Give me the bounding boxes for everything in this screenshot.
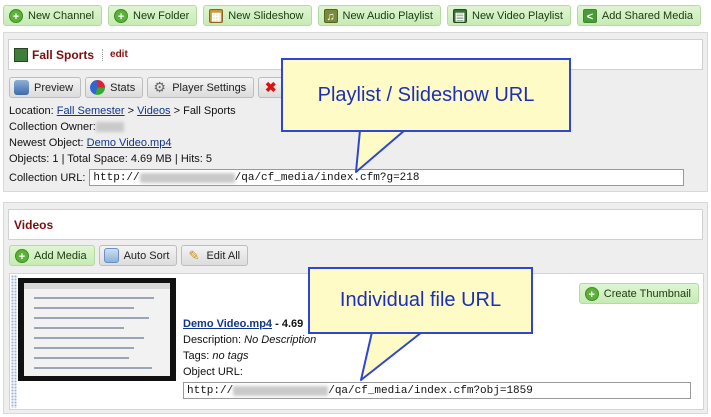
new-channel-label: New Channel <box>28 9 95 22</box>
film-icon <box>14 47 28 62</box>
delete-x-icon: ✖ <box>264 79 277 95</box>
player-settings-label: Player Settings <box>172 81 247 94</box>
new-folder-button[interactable]: + New Folder <box>108 5 198 26</box>
location-label: Location: <box>9 105 54 117</box>
tags-label: Tags: <box>183 350 210 362</box>
owner-label: Collection Owner: <box>9 121 96 133</box>
add-shared-media-label: Add Shared Media <box>601 9 694 22</box>
media-size: - 4.69 <box>272 318 304 330</box>
breadcrumb-videos[interactable]: Videos <box>137 105 170 117</box>
breadcrumb-fall-semester[interactable]: Fall Semester <box>57 105 125 117</box>
divider <box>102 48 104 61</box>
gear-icon: ⚙ <box>153 79 166 95</box>
collection-url-label: Collection URL: <box>9 171 86 184</box>
collection-title: Fall Sports <box>32 47 95 62</box>
url-path: /qa/cf_media/index.cfm?obj=1859 <box>328 384 533 397</box>
videos-header: Videos <box>8 209 703 240</box>
breadcrumb-separator: > <box>124 105 138 117</box>
newest-object-link[interactable]: Demo Video.mp4 <box>87 137 172 149</box>
add-media-label: Add Media <box>34 249 87 262</box>
stats-button[interactable]: Stats <box>85 77 144 98</box>
film-strip-icon: ▤ <box>453 8 467 23</box>
preview-label: Preview <box>34 81 74 94</box>
pencil-icon: ✎ <box>188 248 200 263</box>
breadcrumb-current: > Fall Sports <box>170 105 236 117</box>
newest-object-line: Newest Object: Demo Video.mp4 <box>9 135 684 151</box>
music-note-icon: ♫ <box>323 8 338 23</box>
url-prefix: http:// <box>93 171 140 184</box>
new-video-playlist-label: New Video Playlist <box>472 9 563 22</box>
auto-sort-button[interactable]: Auto Sort <box>98 245 178 266</box>
plus-icon: + <box>114 8 129 23</box>
description-line: Description: No Description <box>183 332 691 348</box>
object-url-field[interactable]: http:// /qa/cf_media/index.cfm?obj=1859 <box>183 382 691 399</box>
plus-icon: + <box>584 286 599 301</box>
pie-chart-icon <box>90 80 106 95</box>
tags-line: Tags: no tags <box>183 348 691 364</box>
share-icon: < <box>582 8 597 23</box>
edit-all-label: Edit All <box>206 249 241 262</box>
plus-icon: + <box>9 8 23 23</box>
tags-value: no tags <box>212 350 249 362</box>
new-channel-button[interactable]: + New Channel <box>3 5 103 26</box>
auto-sort-label: Auto Sort <box>123 249 170 262</box>
playlist-url-callout: Playlist / Slideshow URL <box>281 58 571 132</box>
collection-tabs: Preview Stats ⚙ Player Settings ✖ <box>9 77 286 98</box>
add-media-button[interactable]: + Add Media <box>9 245 95 266</box>
stats-line: Objects: 1 | Total Space: 4.69 MB | Hits… <box>9 153 212 165</box>
url-path: /qa/cf_media/index.cfm?g=218 <box>234 171 420 184</box>
video-thumbnail[interactable] <box>18 278 176 381</box>
edit-all-button[interactable]: ✎ Edit All <box>181 245 249 266</box>
thumbnail-image <box>24 283 170 376</box>
url-prefix: http:// <box>187 384 234 397</box>
collection-url-field[interactable]: http:// /qa/cf_media/index.cfm?g=218 <box>89 169 685 186</box>
object-url-label: Object URL: <box>183 366 243 378</box>
slideshow-icon: ▦ <box>209 8 224 23</box>
url-host-redacted <box>233 385 329 396</box>
new-folder-label: New Folder <box>133 9 190 22</box>
top-toolbar: + New Channel + New Folder ▦ New Slidesh… <box>3 5 702 26</box>
new-video-playlist-button[interactable]: ▤ New Video Playlist <box>447 5 571 26</box>
file-url-callout: Individual file URL <box>308 267 533 334</box>
edit-collection-link[interactable]: edit <box>110 49 128 60</box>
new-slideshow-label: New Slideshow <box>228 9 304 22</box>
preview-button[interactable]: Preview <box>9 77 82 98</box>
description-label: Description: <box>183 334 242 346</box>
url-host-redacted <box>139 172 235 183</box>
new-slideshow-button[interactable]: ▦ New Slideshow <box>203 5 312 26</box>
create-thumbnail-label: Create Thumbnail <box>603 287 691 300</box>
description-value: No Description <box>244 334 317 346</box>
create-thumbnail-button[interactable]: + Create Thumbnail <box>578 283 699 304</box>
owner-redacted <box>95 122 124 133</box>
videos-toolbar: + Add Media Auto Sort ✎ Edit All <box>9 245 249 266</box>
videos-title: Videos <box>14 217 54 232</box>
new-audio-playlist-label: New Audio Playlist <box>342 9 434 22</box>
add-shared-media-button[interactable]: < Add Shared Media <box>576 5 702 26</box>
sort-icon <box>103 248 119 263</box>
media-title-link[interactable]: Demo Video.mp4 <box>183 318 272 330</box>
drag-handle[interactable] <box>11 275 17 408</box>
preview-icon <box>14 80 29 95</box>
player-settings-button[interactable]: ⚙ Player Settings <box>147 77 255 98</box>
new-audio-playlist-button[interactable]: ♫ New Audio Playlist <box>317 5 441 26</box>
plus-icon: + <box>15 248 29 263</box>
stats-label: Stats <box>110 81 136 94</box>
newest-label: Newest Object: <box>9 137 84 149</box>
collection-url-line: Collection URL: http:// /qa/cf_media/inde… <box>9 169 685 186</box>
